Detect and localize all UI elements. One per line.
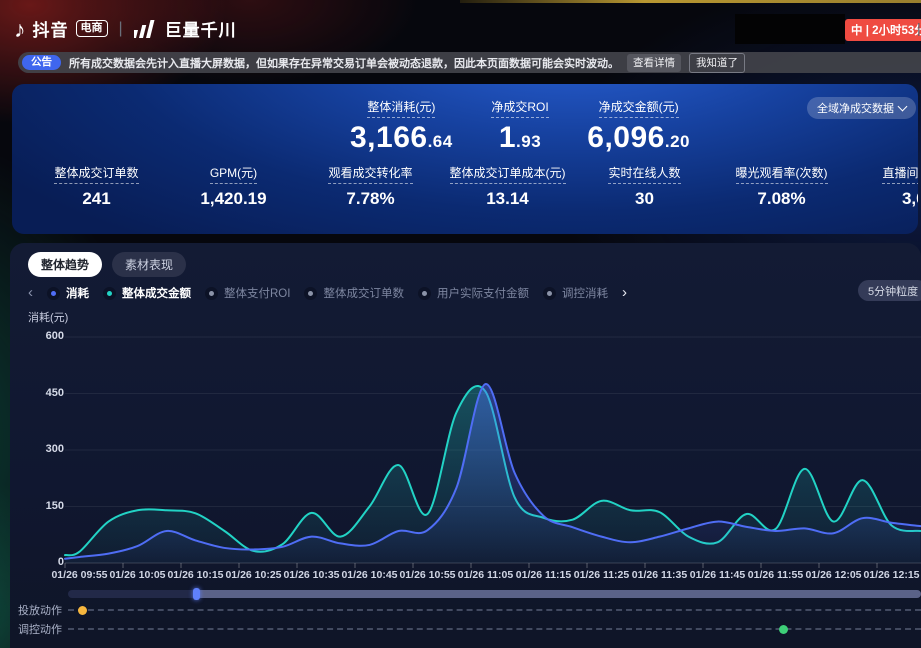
secondary-metric: 实时在线人数 30	[576, 164, 713, 209]
metric-value: 3,166.64	[350, 121, 453, 155]
action-row: 投放动作	[18, 603, 921, 617]
trend-chart[interactable]	[10, 330, 921, 575]
granularity-label: 5分钟粒度	[868, 283, 918, 299]
secondary-metric: 曝光观看率(次数) 7.08%	[713, 164, 850, 209]
chevron-down-icon	[898, 102, 908, 112]
got-it-button[interactable]: 我知道了	[689, 53, 745, 73]
action-row: 调控动作	[18, 622, 921, 636]
metric-label: GPM(元)	[210, 164, 257, 184]
legend-scroll-right-icon[interactable]: ›	[622, 286, 627, 300]
secondary-metric: 整体成交订单数 241	[28, 164, 165, 209]
metric-value: 13.14	[439, 189, 576, 209]
metric-label: 净成交ROI	[491, 98, 548, 118]
legend-label: 整体支付ROI	[224, 285, 290, 301]
legend-item[interactable]: 用户实际支付金额	[418, 285, 529, 301]
primary-metric: 净成交ROI 1.93	[491, 98, 548, 155]
metric-value: 6,096.20	[587, 121, 690, 155]
metric-value-decimals: .93	[516, 132, 541, 151]
legend-label: 调控消耗	[562, 285, 608, 301]
legend-item[interactable]: 整体成交订单数	[304, 285, 404, 301]
notice-tag: 公告	[22, 55, 61, 70]
brand-logos: ♪ 抖音 电商 | 巨量千川	[14, 16, 237, 41]
secondary-metrics-row: 整体成交订单数241GPM(元)1,420.19观看成交转化率7.78%整体成交…	[28, 164, 918, 209]
qianchuan-logo-text: 巨量千川	[165, 16, 237, 41]
chart-legend: ‹ 消耗 整体成交金额 整体支付ROI 整体成交订单数 用户实际支付金额 调控消耗 ›	[28, 284, 921, 302]
x-axis-label: 01/26 12:15	[854, 569, 921, 581]
legend-item[interactable]: 整体成交金额	[103, 285, 191, 301]
time-range-slider[interactable]	[68, 590, 921, 598]
legend-dot-icon	[47, 287, 60, 300]
metric-value: 30	[576, 189, 713, 209]
legend-dot-icon	[304, 287, 317, 300]
douyin-logo-text: 抖音	[33, 16, 69, 41]
slider-track-unselected[interactable]	[68, 590, 196, 598]
legend-dot-icon	[543, 287, 556, 300]
legend-label: 用户实际支付金额	[437, 285, 529, 301]
metrics-panel: 全域净成交数据 整体消耗(元) 3,166.64 净成交ROI 1.93 净成交金额(元…	[12, 84, 918, 234]
ecommerce-badge: 电商	[76, 20, 108, 37]
action-row-label: 调控动作	[18, 621, 68, 637]
metric-value: 1,420.19	[165, 189, 302, 209]
data-scope-select[interactable]: 全域净成交数据	[807, 97, 916, 119]
metric-label: 实时在线人数	[608, 164, 680, 184]
legend-dot-icon	[205, 287, 218, 300]
secondary-metric: 观看成交转化率 7.78%	[302, 164, 439, 209]
metric-label: 整体消耗(元)	[367, 98, 435, 118]
action-dashed-line	[68, 628, 921, 630]
legend-label: 消耗	[66, 285, 89, 301]
metric-value-decimals: .20	[665, 132, 690, 151]
metric-value-decimals: .64	[428, 132, 453, 151]
tab-active[interactable]: 整体趋势	[28, 252, 102, 277]
slider-handle[interactable]	[193, 588, 200, 600]
slider-track-selected[interactable]	[196, 590, 921, 598]
notice-text: 所有成交数据会先计入直播大屏数据，但如果存在异常交易订单会被动态退款，因此本页面…	[69, 55, 619, 71]
action-marker-dot[interactable]	[779, 625, 788, 634]
legend-dot-icon	[418, 287, 431, 300]
legend-dot-icon	[103, 287, 116, 300]
redacted-account-box	[735, 14, 845, 44]
brand-divider: |	[119, 20, 123, 38]
metric-value: 241	[28, 189, 165, 209]
qianchuan-bars-icon	[134, 18, 158, 40]
metric-value: 1.93	[491, 121, 548, 155]
douyin-note-icon: ♪	[14, 17, 26, 41]
notice-bar: 公告 所有成交数据会先计入直播大屏数据，但如果存在异常交易订单会被动态退款，因此…	[18, 52, 921, 73]
metric-label: 曝光观看率(次数)	[736, 164, 828, 184]
metric-label: 直播间整体观	[882, 164, 918, 184]
action-dashed-line	[68, 609, 921, 611]
secondary-metric: 直播间整体观 3,09	[850, 164, 918, 209]
metric-value: 7.08%	[713, 189, 850, 209]
action-marker-dot[interactable]	[78, 606, 87, 615]
header: ♪ 抖音 电商 | 巨量千川 中 | 2小时53分钟 |	[0, 12, 921, 50]
primary-metric: 整体消耗(元) 3,166.64	[350, 98, 453, 155]
legend-label: 整体成交订单数	[323, 285, 404, 301]
primary-metric: 净成交金额(元) 6,096.20	[587, 98, 690, 155]
primary-metrics-row: 整体消耗(元) 3,166.64 净成交ROI 1.93 净成交金额(元) 6,096.2…	[350, 98, 690, 155]
top-accent-strip	[460, 0, 921, 3]
data-scope-label: 全域净成交数据	[817, 100, 894, 116]
action-row-label: 投放动作	[18, 602, 68, 618]
legend-item[interactable]: 调控消耗	[543, 285, 608, 301]
y-axis-title: 消耗(元)	[28, 309, 68, 325]
legend-scroll-left-icon[interactable]: ‹	[28, 286, 33, 300]
trend-tabs: 整体趋势素材表现	[28, 252, 186, 277]
secondary-metric: GPM(元) 1,420.19	[165, 164, 302, 209]
live-duration-badge: 中 | 2小时53分钟	[845, 19, 921, 41]
tab-inactive[interactable]: 素材表现	[112, 252, 186, 277]
granularity-select[interactable]: 5分钟粒度	[858, 280, 921, 301]
trend-card: 整体趋势素材表现 ‹ 消耗 整体成交金额 整体支付ROI 整体成交订单数 用户实际支付金额…	[10, 243, 921, 648]
metric-value: 3,09	[850, 189, 918, 209]
metric-value: 7.78%	[302, 189, 439, 209]
legend-item[interactable]: 整体支付ROI	[205, 285, 290, 301]
legend-item[interactable]: 消耗	[47, 285, 89, 301]
metric-label: 净成交金额(元)	[599, 98, 679, 118]
metric-label: 整体成交订单成本(元)	[450, 164, 566, 184]
metric-label: 观看成交转化率	[328, 164, 412, 184]
secondary-metric: 整体成交订单成本(元) 13.14	[439, 164, 576, 209]
metric-label: 整体成交订单数	[54, 164, 138, 184]
header-divider: |	[917, 20, 921, 36]
legend-label: 整体成交金额	[122, 285, 191, 301]
view-details-button[interactable]: 查看详情	[627, 54, 681, 72]
